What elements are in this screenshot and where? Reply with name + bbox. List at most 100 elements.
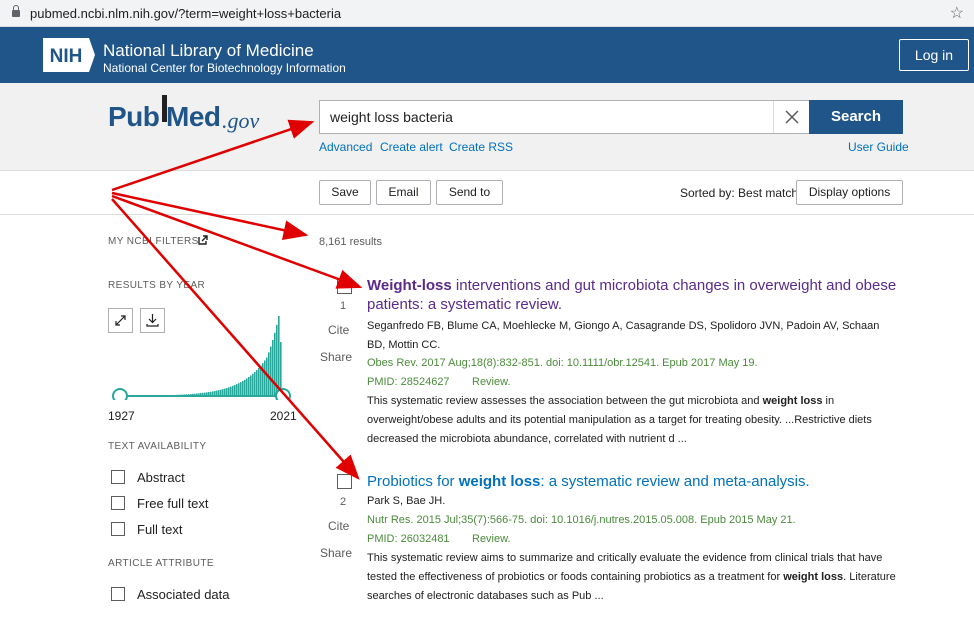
histogram-bar <box>252 373 254 396</box>
histogram-bar <box>274 332 276 396</box>
snippet-highlight: weight loss <box>783 571 844 583</box>
title-highlight: Weight-loss <box>367 277 452 294</box>
search-button[interactable]: Search <box>809 100 903 134</box>
save-button[interactable]: Save <box>319 180 371 205</box>
histogram-bar <box>246 378 248 396</box>
histogram-bar <box>236 384 238 396</box>
histogram-bar <box>264 360 266 396</box>
search-input[interactable] <box>319 100 809 134</box>
login-button[interactable]: Log in <box>899 39 969 71</box>
year-start-label: 1927 <box>108 409 135 423</box>
histogram-bar <box>230 386 232 396</box>
article-attribute-heading: ARTICLE ATTRIBUTE <box>108 558 214 569</box>
histogram-bar <box>270 346 272 396</box>
nih-logo[interactable]: NIH <box>43 38 95 72</box>
results-count: 8,161 results <box>319 236 382 248</box>
free-full-text-filter-label[interactable]: Free full text <box>137 496 209 511</box>
result-snippet: This systematic review aims to summarize… <box>367 549 897 606</box>
user-guide-link[interactable]: User Guide <box>848 140 909 154</box>
result-snippet: This systematic review assesses the asso… <box>367 392 897 449</box>
histogram-bar <box>262 363 264 396</box>
cite-button[interactable]: Cite <box>328 323 349 337</box>
create-alert-link[interactable]: Create alert <box>380 140 443 154</box>
histogram-bar <box>226 388 228 396</box>
histogram-bar <box>248 377 250 396</box>
my-ncbi-filters-heading: MY NCBI FILTERS <box>108 236 199 247</box>
histogram-bar <box>240 382 242 396</box>
text-availability-heading: TEXT AVAILABILITY <box>108 441 207 452</box>
result-article-type: Review. <box>472 376 511 388</box>
cite-button[interactable]: Cite <box>328 519 349 533</box>
nih-header: NIH National Library of Medicine Nationa… <box>0 27 974 83</box>
result-number: 2 <box>340 496 347 508</box>
url-text[interactable]: pubmed.ncbi.nlm.nih.gov/?term=weight+los… <box>30 6 341 21</box>
histogram-bar <box>276 324 278 396</box>
nlm-title[interactable]: National Library of Medicine <box>103 41 314 61</box>
title-text: Probiotics for <box>367 473 459 490</box>
clear-search-button[interactable] <box>773 101 809 133</box>
result-title-link[interactable]: Probiotics for weight loss: a systematic… <box>367 472 897 491</box>
histogram-bar <box>224 388 226 396</box>
year-end-label: 2021 <box>270 409 297 423</box>
result-number: 1 <box>340 300 347 312</box>
logo-pub: Pub <box>108 101 160 132</box>
year-slider-end-handle[interactable] <box>275 388 291 400</box>
results-toolbar: Save Email Send to Sorted by: Best match… <box>0 171 974 215</box>
title-highlight: weight loss <box>458 473 541 490</box>
full-text-filter-label[interactable]: Full text <box>137 522 183 537</box>
close-icon <box>785 110 799 124</box>
histogram-bar <box>254 371 256 396</box>
histogram-bar <box>250 375 252 396</box>
snippet-text: This systematic review assesses the asso… <box>367 395 763 407</box>
histogram-bar <box>258 367 260 396</box>
logo-gov: .gov <box>222 108 260 133</box>
result-pmid: PMID: 26032481 <box>367 533 450 545</box>
histogram-bar <box>278 316 280 396</box>
histogram-bar <box>242 381 244 396</box>
histogram-bar <box>256 370 258 396</box>
create-rss-link[interactable]: Create RSS <box>449 140 513 154</box>
result-journal-citation: Nutr Res. 2015 Jul;35(7):566-75. doi: 10… <box>367 514 796 526</box>
histogram-bar <box>222 389 224 396</box>
search-area: Pub Med .gov Search Advanced Create aler… <box>0 83 974 171</box>
full-text-checkbox[interactable] <box>111 522 125 536</box>
results-by-year-histogram[interactable] <box>108 308 298 400</box>
histogram-bar <box>266 357 268 396</box>
associated-data-filter-label[interactable]: Associated data <box>137 587 230 602</box>
svg-text:NIH: NIH <box>50 46 83 67</box>
histogram-bar <box>232 385 234 396</box>
results-by-year-heading: RESULTS BY YEAR <box>108 280 206 291</box>
result-checkbox[interactable] <box>337 279 352 294</box>
result-pmid: PMID: 28524627 <box>367 376 450 388</box>
logo-med: Med <box>166 101 221 132</box>
histogram-bar <box>244 379 246 396</box>
histogram-bar <box>238 383 240 396</box>
ncbi-subtitle[interactable]: National Center for Biotechnology Inform… <box>103 61 346 75</box>
share-button[interactable]: Share <box>320 546 352 560</box>
associated-data-checkbox[interactable] <box>111 587 125 601</box>
result-authors: Seganfredo FB, Blume CA, Moehlecke M, Gi… <box>367 320 880 351</box>
histogram-bar <box>272 340 274 396</box>
share-button[interactable]: Share <box>320 350 352 364</box>
display-options-button[interactable]: Display options <box>796 180 903 205</box>
browser-url-bar[interactable]: pubmed.ncbi.nlm.nih.gov/?term=weight+los… <box>0 0 974 27</box>
result-journal-citation: Obes Rev. 2017 Aug;18(8):832-851. doi: 1… <box>367 357 758 369</box>
year-slider-start-handle[interactable] <box>112 388 128 400</box>
title-text: : a systematic review and meta-analysis. <box>540 473 810 490</box>
snippet-highlight: weight loss <box>762 395 823 407</box>
result-checkbox[interactable] <box>337 474 352 489</box>
star-icon[interactable]: ☆ <box>950 3 964 23</box>
abstract-filter-label[interactable]: Abstract <box>137 470 185 485</box>
abstract-checkbox[interactable] <box>111 470 125 484</box>
advanced-link[interactable]: Advanced <box>319 140 372 154</box>
free-full-text-checkbox[interactable] <box>111 496 125 510</box>
send-to-button[interactable]: Send to <box>436 180 503 205</box>
email-button[interactable]: Email <box>376 180 431 205</box>
pubmed-logo[interactable]: Pub Med .gov <box>108 95 260 135</box>
sort-label[interactable]: Sorted by: Best match <box>680 186 798 200</box>
lock-icon <box>12 5 20 18</box>
external-link-icon[interactable] <box>198 235 208 245</box>
result-authors: Park S, Bae JH. <box>367 495 446 507</box>
result-title-link[interactable]: Weight-loss interventions and gut microb… <box>367 276 897 314</box>
histogram-bar <box>228 387 230 396</box>
